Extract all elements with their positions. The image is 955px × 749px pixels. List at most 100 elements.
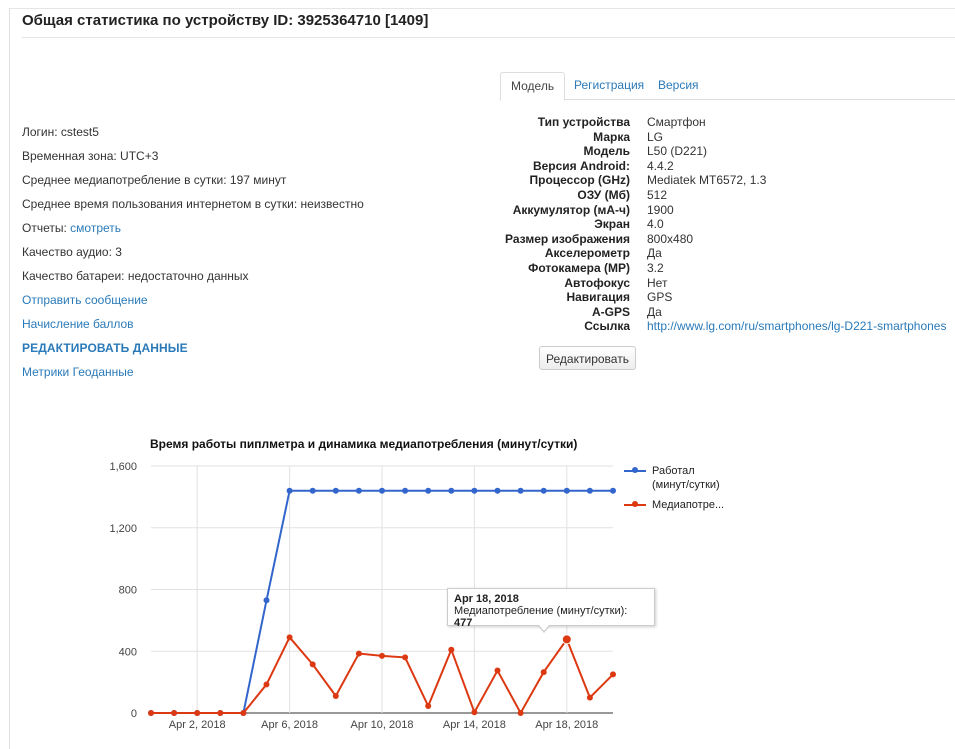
spec-label: Тип устройства	[537, 115, 630, 129]
data-point[interactable]	[610, 671, 616, 678]
y-tick-label: 1,600	[109, 461, 137, 473]
tooltip-line: Медиапотребление (минут/сутки): 477	[454, 605, 648, 629]
edit-data-link[interactable]: РЕДАКТИРОВАТЬ ДАННЫЕ	[22, 341, 188, 355]
x-tick-label: Apr 18, 2018	[535, 719, 598, 731]
metrics-geo-link[interactable]: Метрики Геоданные	[22, 365, 134, 379]
y-tick-label: 0	[131, 708, 137, 720]
spec-value: 3.2	[647, 260, 664, 275]
y-tick-label: 800	[119, 585, 137, 597]
data-point[interactable]	[425, 487, 432, 494]
spec-value: Да	[647, 246, 662, 261]
spec-label: Ссылка	[584, 319, 630, 334]
spec-label: Фотокамера (MP)	[528, 260, 630, 275]
audio-quality-info: Качество аудио: 3	[22, 245, 122, 259]
data-point[interactable]	[563, 487, 570, 494]
data-point[interactable]	[586, 487, 593, 494]
tooltip-caret-inner	[539, 625, 549, 631]
data-point[interactable]	[379, 487, 385, 494]
tab-model[interactable]: Модель	[500, 72, 566, 101]
legend-label-worked-line1: Работал	[652, 465, 695, 477]
spec-value: 512	[647, 187, 668, 202]
send-message-link[interactable]: Отправить сообщение	[22, 293, 148, 307]
points-link[interactable]: Начисление баллов	[22, 317, 134, 331]
top-divider	[10, 8, 955, 9]
header-divider	[22, 37, 955, 38]
spec-values: Смартфон LG L50 (D221) 4.4.2 Mediatek MT6572…	[647, 115, 946, 334]
data-point[interactable]	[171, 710, 178, 716]
x-tick-label: Apr 6, 2018	[261, 719, 318, 731]
data-point[interactable]	[517, 487, 524, 494]
data-point[interactable]	[263, 597, 270, 604]
data-point[interactable]	[540, 669, 547, 676]
legend-item-media[interactable]: Медиапотре...	[624, 498, 724, 512]
tab-registration[interactable]: Регистрация	[564, 72, 654, 99]
data-point[interactable]	[448, 487, 455, 494]
data-point[interactable]	[332, 693, 339, 700]
data-point[interactable]	[494, 667, 501, 674]
data-point[interactable]	[494, 487, 501, 494]
y-tick-label: 400	[119, 646, 137, 658]
chart-tooltip: Apr 18, 2018 Медиапотребление (минут/сут…	[447, 588, 655, 629]
edit-button[interactable]: Редактировать	[539, 346, 636, 370]
spec-value: 1900	[647, 202, 674, 217]
data-point[interactable]	[379, 652, 385, 659]
tooltip-series-label: Медиапотребление (минут/сутки):	[454, 605, 628, 617]
data-point[interactable]	[471, 487, 478, 494]
spec-label: Версия Android:	[532, 158, 630, 173]
data-point[interactable]	[309, 661, 316, 668]
data-point[interactable]	[355, 650, 362, 657]
spec-label: Автофокус	[564, 275, 630, 290]
spec-value: L50 (D221)	[647, 144, 708, 159]
spec-value: Mediatek MT6572, 1.3	[647, 173, 767, 188]
legend-swatch-media	[624, 501, 646, 507]
internet-avg-info: Среднее время пользования интернетом в с…	[22, 197, 364, 211]
reports-view-link[interactable]: смотреть	[70, 221, 121, 235]
data-point[interactable]	[148, 710, 154, 716]
legend-item-worked[interactable]: Работал (минут/сутки)	[624, 464, 724, 492]
spec-label: ОЗУ (Мб)	[577, 187, 630, 202]
data-point[interactable]	[286, 634, 293, 641]
spec-label: Модель	[583, 144, 630, 159]
data-point[interactable]	[402, 654, 409, 661]
data-point[interactable]	[332, 487, 339, 494]
data-point[interactable]	[517, 710, 524, 716]
spec-label: Экран	[594, 217, 630, 232]
spec-value: 4.4.2	[647, 158, 674, 173]
legend-label-media: Медиапотре...	[652, 499, 725, 511]
y-tick-label: 1,200	[109, 523, 137, 535]
data-point[interactable]	[355, 487, 362, 494]
spec-value: 800x480	[647, 231, 694, 246]
data-point[interactable]	[263, 681, 270, 688]
spec-label: Размер изображения	[505, 231, 630, 246]
data-point[interactable]	[448, 646, 455, 653]
tab-version[interactable]: Версия	[648, 72, 709, 99]
reports-label: Отчеты:	[22, 221, 71, 235]
page-title: Общая статистика по устройству ID: 39253…	[22, 12, 429, 29]
spec-value: GPS	[647, 290, 673, 305]
spec-value: Да	[647, 304, 662, 319]
legend-label-worked-line2: (минут/сутки)	[652, 479, 720, 491]
spec-value-link[interactable]: http://www.lg.com/ru/smartphones/lg-D221…	[647, 319, 946, 334]
data-point[interactable]	[402, 487, 409, 494]
legend-swatch-worked	[624, 467, 646, 473]
chart-legend: Работал (минут/сутки) Медиапотре...	[624, 464, 724, 512]
x-tick-label: Apr 2, 2018	[169, 719, 226, 731]
data-point[interactable]	[194, 710, 201, 716]
reports-info: Отчеты: смотреть	[22, 220, 364, 244]
data-point[interactable]	[240, 710, 247, 716]
data-point[interactable]	[610, 487, 616, 494]
data-point[interactable]	[471, 709, 478, 716]
data-point[interactable]	[425, 703, 432, 710]
data-point[interactable]	[586, 694, 593, 701]
data-point[interactable]	[286, 487, 293, 494]
spec-value: Смартфон	[647, 115, 706, 129]
media-avg-info: Среднее медиапотребление в сутки: 197 ми…	[22, 173, 287, 187]
data-point[interactable]	[217, 710, 224, 716]
spec-label: Процессор (GHz)	[529, 173, 630, 188]
data-point[interactable]	[540, 487, 547, 494]
tooltip-date: Apr 18, 2018	[454, 593, 519, 605]
data-point[interactable]	[309, 487, 316, 494]
data-point[interactable]	[561, 634, 572, 645]
x-tick-label: Apr 10, 2018	[351, 719, 414, 731]
spec-value: 4.0	[647, 217, 664, 232]
